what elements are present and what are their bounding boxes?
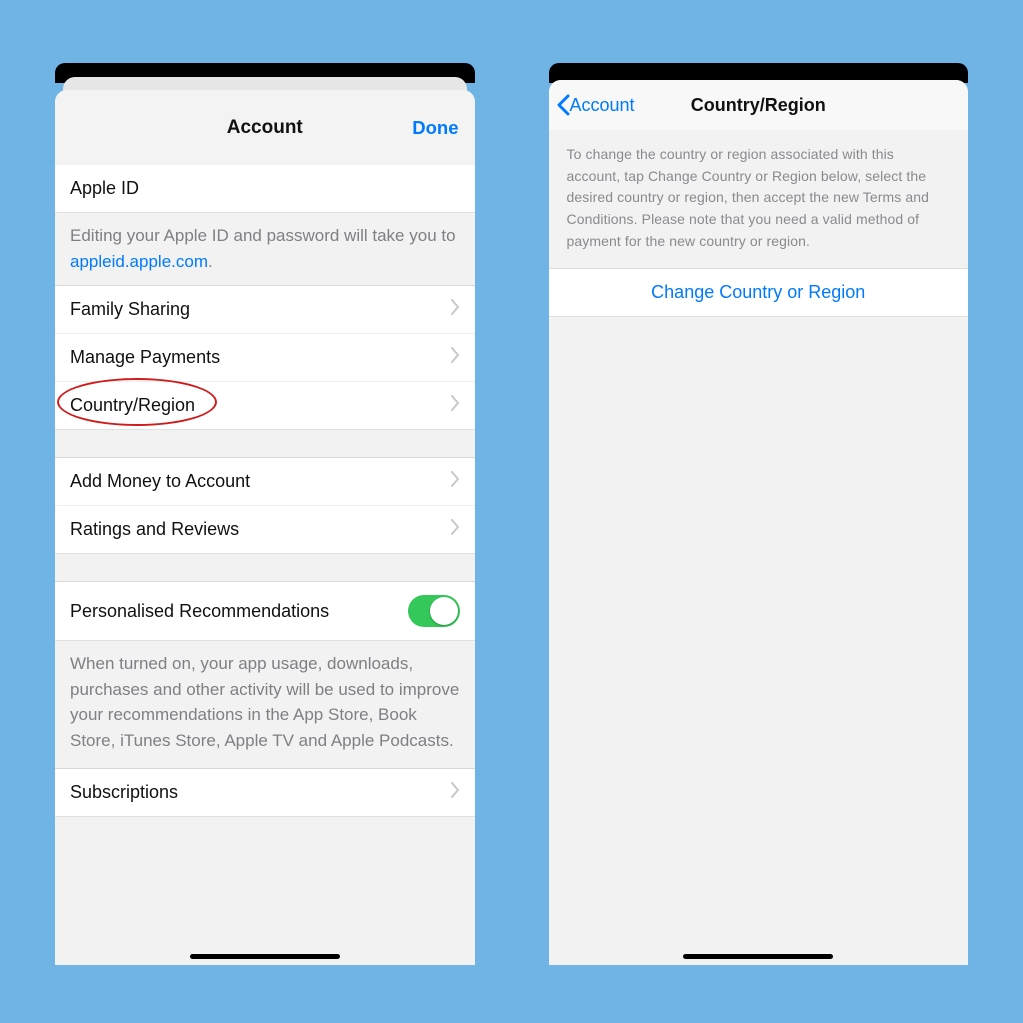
personalised-recs-toggle[interactable] [408,595,460,627]
personalised-recs-description: When turned on, your app usage, download… [55,641,475,765]
country-region-row[interactable]: Country/Region [55,381,475,430]
manage-payments-label: Manage Payments [70,347,220,368]
chevron-right-icon [451,471,460,492]
country-region-content: To change the country or region associat… [549,130,969,965]
apple-id-footer: Editing your Apple ID and password will … [55,213,475,286]
family-sharing-label: Family Sharing [70,299,190,320]
country-region-info: To change the country or region associat… [549,130,969,268]
family-sharing-row[interactable]: Family Sharing [55,285,475,334]
subscriptions-label: Subscriptions [70,782,178,803]
home-indicator[interactable] [190,954,340,959]
country-region-screen: Account Country/Region To change the cou… [549,80,969,965]
chevron-right-icon [451,347,460,368]
back-button[interactable]: Account [555,94,635,116]
subscriptions-row[interactable]: Subscriptions [55,768,475,817]
phone-country-region: Account Country/Region To change the cou… [549,65,969,965]
chevron-left-icon [555,94,571,116]
personalised-recs-label: Personalised Recommendations [70,601,329,622]
account-screen: Account Done Apple ID Editing your Apple… [55,90,475,965]
account-content: Apple ID Editing your Apple ID and passw… [55,165,475,965]
apple-id-link[interactable]: appleid.apple.com [70,252,208,271]
home-indicator[interactable] [683,954,833,959]
page-title: Account [227,117,303,139]
personalised-recs-row[interactable]: Personalised Recommendations [55,581,475,641]
country-region-label: Country/Region [70,395,195,416]
apple-id-label: Apple ID [70,178,139,199]
chevron-right-icon [451,395,460,416]
ratings-reviews-row[interactable]: Ratings and Reviews [55,505,475,554]
nav-header: Account Country/Region [549,80,969,130]
manage-payments-row[interactable]: Manage Payments [55,333,475,382]
ratings-reviews-label: Ratings and Reviews [70,519,239,540]
done-button[interactable]: Done [412,117,458,139]
add-money-row[interactable]: Add Money to Account [55,457,475,506]
chevron-right-icon [451,299,460,320]
change-country-region-button[interactable]: Change Country or Region [549,268,969,317]
modal-header: Account Done [55,90,475,165]
back-label: Account [570,95,635,116]
page-title: Country/Region [691,95,826,116]
chevron-right-icon [451,782,460,803]
apple-id-row[interactable]: Apple ID [55,165,475,213]
phone-account: Account Done Apple ID Editing your Apple… [55,65,475,965]
chevron-right-icon [451,519,460,540]
toggle-knob [430,597,458,625]
add-money-label: Add Money to Account [70,471,250,492]
